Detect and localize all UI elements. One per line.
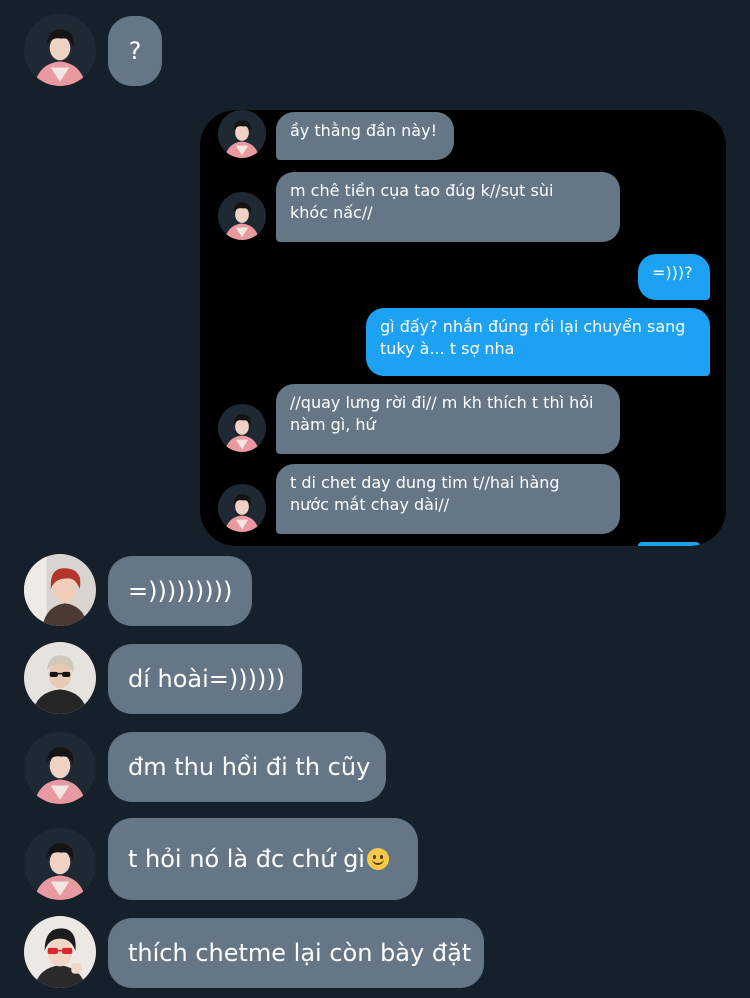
message-text: t hỏi nó là đc chứ gì [128,845,365,873]
message-bubble[interactable]: =))))))))) [108,556,252,626]
message-line: t di chet day dung tim t//hai hàng [290,473,560,492]
embedded-chat-screenshot: ầy thằng đần này! m chê tiền cụa tao đúg… [200,110,726,546]
message-line: =)))? [652,263,693,282]
message-line: ầy thằng đần này! [290,121,437,140]
avatar-pink-jacket [218,404,266,452]
message-text: ? [128,37,142,65]
message-line: khóc nấc// [290,203,373,222]
message-line: nước mắt chay dài// [290,495,450,514]
message-line: nàm gì, hứ [290,415,376,434]
avatar-pink-jacket[interactable] [24,732,96,804]
embedded-message-bubble: //quay lưng rời đi// m kh thích t thì hỏ… [276,384,620,454]
avatar-pink-jacket [218,484,266,532]
message-text: đm thu hồi đi th cũy [128,753,371,781]
message-line: m chê tiền cụa tao đúg k//sụt sùi [290,181,554,200]
embedded-message-bubble: gì đấy? nhắn đúng rồi lại chuyển sang tu… [366,308,710,376]
avatar-pink-jacket [218,192,266,240]
message-bubble[interactable]: đm thu hồi đi th cũy [108,732,386,802]
slightly-smiling-face-icon [366,848,389,870]
avatar-sunglasses[interactable] [24,642,96,714]
message-bubble[interactable]: thích chetme lại còn bày đặt [108,918,484,988]
embedded-message-bubble: m chê tiền cụa tao đúg k//sụt sùi khóc n… [276,172,620,242]
message-line: //quay lưng rời đi// m kh thích t thì hỏ… [290,393,594,412]
message-line: gì đấy? nhắn đúng rồi lại chuyển sang [380,317,686,336]
avatar-pink-jacket[interactable] [24,828,96,900]
message-text: thích chetme lại còn bày đặt [128,939,472,967]
message-text: dí hoài=)))))) [128,665,286,693]
avatar-red-hair[interactable] [24,554,96,626]
message-text: =))))))))) [128,577,233,605]
embedded-message-bubble: ầy thằng đần này! [276,112,454,160]
message-bubble[interactable]: dí hoài=)))))) [108,644,302,714]
message-bubble[interactable]: ? [108,16,162,86]
embedded-message-bubble: t di chet day dung tim t//hai hàng nước … [276,464,620,534]
avatar-red-glasses[interactable] [24,916,96,988]
avatar-pink-jacket[interactable] [24,14,96,86]
cutoff-outgoing-bubble [638,542,700,546]
embedded-message-bubble: =)))? [638,254,710,300]
message-bubble[interactable]: t hỏi nó là đc chứ gì [108,818,418,900]
message-line: tuky à... t sợ nha [380,339,515,358]
avatar-pink-jacket [218,110,266,158]
